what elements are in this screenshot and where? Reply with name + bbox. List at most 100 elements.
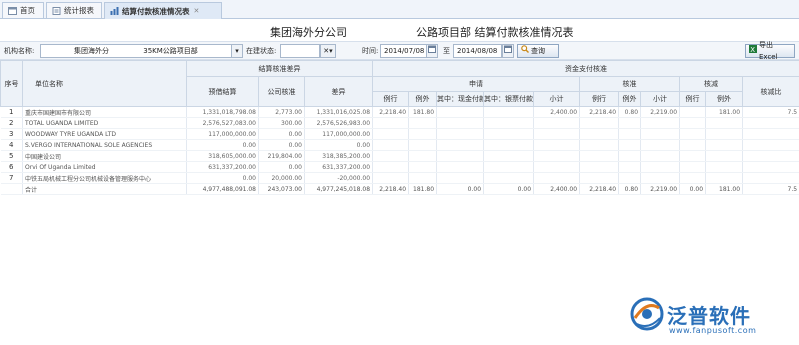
table-row[interactable]: 7 中铁五局机械工程分公司机械设备管理服务中心 0.00 20,000.00 -20,0… xyxy=(0,172,799,184)
report-icon xyxy=(52,6,61,15)
date-to-input[interactable]: 2014/08/08 xyxy=(453,44,502,58)
col-seq: 序号 xyxy=(0,60,23,107)
cell-a4 xyxy=(483,161,535,173)
cell-a3 xyxy=(436,139,485,151)
col-approve-in: 例行 xyxy=(579,91,620,107)
date-from-input[interactable]: 2014/07/08 xyxy=(380,44,427,58)
tab-settlement-report-label: 结算付款核准情况表 xyxy=(122,6,190,16)
table-row[interactable]: 6 Orvi Of Uganda Limited 631,337,200.00 0.0… xyxy=(0,161,799,173)
cell-b2: 0.80 xyxy=(618,183,642,195)
col-approve-out: 例外 xyxy=(618,91,642,107)
table-row[interactable]: 3 WOODWAY TYRE UGANDA LTD 117,000,000.00 0.… xyxy=(0,128,799,140)
cell-approve: 0.00 xyxy=(258,128,305,140)
cell-diff: 0.00 xyxy=(304,139,374,151)
col-approve-subtotal: 小计 xyxy=(640,91,681,107)
cell-a4 xyxy=(483,139,535,151)
table-row[interactable]: 2 TOTAL UGANDA LIMITED 2,576,527,083.00 300… xyxy=(0,117,799,129)
org-dropdown-button[interactable]: ▾ xyxy=(231,44,243,58)
cell-a1 xyxy=(372,150,410,162)
total-row[interactable]: 合计 4,977,488,091.08 243,073.00 4,977,245,01… xyxy=(0,183,799,195)
cell-settle: 117,000,000.00 xyxy=(186,128,259,140)
to-label: 至 xyxy=(443,47,450,55)
cell-c1 xyxy=(679,150,707,162)
cell-c2: 181.00 xyxy=(705,183,744,195)
cell-c2 xyxy=(705,128,744,140)
cell-c3 xyxy=(742,139,799,151)
cell-seq: 6 xyxy=(0,161,23,173)
cell-c2 xyxy=(705,117,744,129)
col-reduce-ratio: 核减比 xyxy=(742,76,799,107)
cell-seq: 1 xyxy=(0,106,23,118)
export-excel-button[interactable]: X 导出Excel xyxy=(745,41,795,61)
col-apply-in: 例行 xyxy=(372,91,410,107)
report-title: 公路项目部 结算付款核准情况表 xyxy=(416,26,574,39)
report-table: 序号 单位名称 结算核准差异 资金支付核准 预借结算 公司核准 差异 申请 核准… xyxy=(0,60,799,195)
brand-logo: 泛普软件 www.fanpusoft.com xyxy=(627,292,797,340)
col-apply-out: 例外 xyxy=(408,91,438,107)
filter-bar: 机构名称: 集团海外分 35KM公路项目部 ▾ 在建状态: ✕▾ 时间: 201… xyxy=(0,41,799,61)
cell-seq xyxy=(0,183,23,195)
cell-a4 xyxy=(483,172,535,184)
search-icon xyxy=(521,45,529,57)
cell-settle: 2,576,527,083.00 xyxy=(186,117,259,129)
cell-a2 xyxy=(408,139,438,151)
cell-a3 xyxy=(436,161,485,173)
table-row[interactable]: 5 中国建设公司 318,605,000.00 219,804.00 318,385,2… xyxy=(0,150,799,162)
cell-c2 xyxy=(705,161,744,173)
cell-a2: 181.80 xyxy=(408,183,438,195)
cell-a3 xyxy=(436,106,485,118)
table-row[interactable]: 1 重庆市国建国市有限公司 1,331,018,798.08 2,773.00 1,33… xyxy=(0,106,799,118)
time-label: 时间: xyxy=(362,47,379,55)
cell-c1 xyxy=(679,117,707,129)
cell-b1 xyxy=(579,139,620,151)
col-company-approve: 公司核准 xyxy=(258,76,305,107)
col-unit-name: 单位名称 xyxy=(22,60,187,107)
calendar-icon xyxy=(428,45,436,55)
cell-seq: 4 xyxy=(0,139,23,151)
status-dropdown-button[interactable]: ✕▾ xyxy=(320,44,336,58)
status-select[interactable] xyxy=(280,44,320,58)
cell-name: Orvi Of Uganda Limited xyxy=(22,161,187,173)
cell-a5 xyxy=(533,172,581,184)
tab-reports[interactable]: 统计报表 xyxy=(46,2,102,18)
cell-b3 xyxy=(640,150,681,162)
cell-c3 xyxy=(742,172,799,184)
cell-b2 xyxy=(618,117,642,129)
cell-b1 xyxy=(579,117,620,129)
cell-a5 xyxy=(533,161,581,173)
cell-b3 xyxy=(640,172,681,184)
cell-diff: 4,977,245,018.08 xyxy=(304,183,374,195)
cell-b3 xyxy=(640,139,681,151)
cell-a4 xyxy=(483,150,535,162)
cell-c1: 0.00 xyxy=(679,183,707,195)
cell-diff: 631,337,200.00 xyxy=(304,161,374,173)
cell-c1 xyxy=(679,106,707,118)
cell-a1 xyxy=(372,128,410,140)
cell-b3: 2,219.00 xyxy=(640,183,681,195)
cell-diff: 2,576,526,983.00 xyxy=(304,117,374,129)
cell-a1 xyxy=(372,161,410,173)
tab-home[interactable]: 首页 xyxy=(2,2,44,18)
org-select[interactable]: 集团海外分 35KM公路项目部 xyxy=(40,44,232,58)
calendar-from-button[interactable] xyxy=(426,44,438,58)
cell-settle: 0.00 xyxy=(186,139,259,151)
home-icon xyxy=(8,6,17,15)
cell-a1: 2,218.40 xyxy=(372,183,410,195)
table-row[interactable]: 4 S.VERGO INTERNATIONAL SOLE AGENCIES 0.00… xyxy=(0,139,799,151)
cell-settle: 631,337,200.00 xyxy=(186,161,259,173)
cell-c1 xyxy=(679,139,707,151)
tab-reports-label: 统计报表 xyxy=(64,6,94,15)
cell-seq: 2 xyxy=(0,117,23,129)
cell-b1 xyxy=(579,172,620,184)
cell-a5 xyxy=(533,128,581,140)
col-group-settle: 结算核准差异 xyxy=(185,60,374,77)
query-button[interactable]: 查询 xyxy=(517,44,559,58)
cell-name: TOTAL UGANDA LIMITED xyxy=(22,117,187,129)
close-icon[interactable]: ✕ xyxy=(194,7,200,15)
tab-settlement-report[interactable]: 结算付款核准情况表 ✕ xyxy=(104,2,222,19)
calendar-icon xyxy=(504,45,512,55)
cell-diff: 1,331,016,025.08 xyxy=(304,106,374,118)
calendar-to-button[interactable] xyxy=(502,44,514,58)
cell-a4 xyxy=(483,106,535,118)
cell-c1 xyxy=(679,128,707,140)
